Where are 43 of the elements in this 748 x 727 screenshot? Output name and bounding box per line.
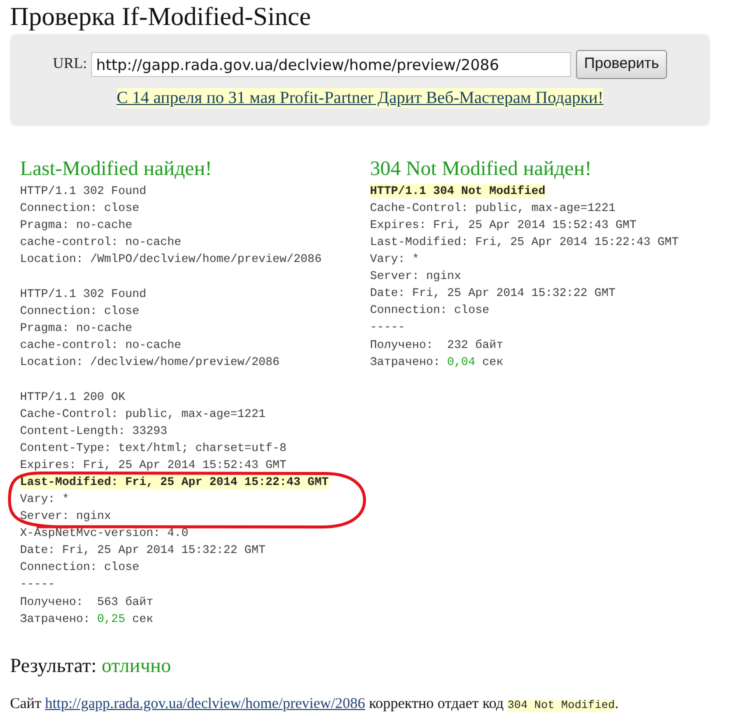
section-heading: 304 Not Modified найден! xyxy=(370,157,593,181)
header-line: Pragma: no-cache xyxy=(20,218,132,232)
site-link[interactable]: http://gapp.rada.gov.ua/declview/home/preview/2086 xyxy=(45,696,366,712)
header-line: Pragma: no-cache xyxy=(20,321,132,335)
elapsed-time-text: Затрачено: 0,04 сек xyxy=(370,355,504,369)
url-label: URL: xyxy=(52,55,88,74)
header-line: Connection: close xyxy=(20,201,140,215)
header-line: Cache-Control: public, max-age=1221 xyxy=(20,407,266,421)
received-size-text: Получено: 563 байт xyxy=(20,595,154,609)
header-line: Connection: close xyxy=(20,560,140,574)
separator-text: ----- xyxy=(20,577,56,591)
page-title: Проверка If-Modified-Since xyxy=(10,1,312,32)
header-line: cache-control: no-cache xyxy=(20,338,182,352)
header-line: X-AspNetMvc-version: 4.0 xyxy=(20,526,188,540)
header-line: Connection: close xyxy=(370,303,490,317)
header-line: Cache-Control: public, max-age=1221 xyxy=(370,201,616,215)
header-line: Date: Fri, 25 Apr 2014 15:32:22 GMT xyxy=(20,543,266,557)
summary-text: Сайт http://gapp.rada.gov.ua/declview/home/preview/2086 корректно отдает код 304 Not Modified. xyxy=(10,695,619,714)
elapsed-time-text: Затрачено: 0,25 сек xyxy=(20,612,154,626)
header-line: Vary: * xyxy=(370,252,420,266)
check-button[interactable]: Проверить xyxy=(576,50,668,79)
header-line: Expires: Fri, 25 Apr 2014 15:52:43 GMT xyxy=(370,218,637,232)
header-line: Server: nginx xyxy=(20,509,112,523)
header-line: Location: /declview/home/preview/2086 xyxy=(20,355,280,369)
header-line: HTTP/1.1 302 Found xyxy=(20,184,146,198)
separator-text: ----- xyxy=(370,320,406,334)
header-line: Connection: close xyxy=(20,304,140,318)
header-line: Content-Length: 33293 xyxy=(20,424,168,438)
header-line: Content-Type: text/html; charset=utf-8 xyxy=(20,441,287,455)
section-heading: Last-Modified найден! xyxy=(20,157,213,181)
header-line: Expires: Fri, 25 Apr 2014 15:52:43 GMT xyxy=(20,458,287,472)
header-line: cache-control: no-cache xyxy=(20,235,182,249)
header-line: Date: Fri, 25 Apr 2014 15:32:22 GMT xyxy=(370,286,616,300)
promo-link[interactable]: С 14 апреля по 31 мая Profit-Partner Дарит Веб-Мастерам Подарки! xyxy=(116,88,604,108)
header-line: Server: nginx xyxy=(370,269,462,283)
header-line: HTTP/1.1 200 OK xyxy=(20,390,126,404)
url-field[interactable]: http://gapp.rada.gov.ua/declview/home/preview/2086 xyxy=(91,52,572,77)
header-line: HTTP/1.1 302 Found xyxy=(20,287,146,301)
header-line: Last-Modified: Fri, 25 Apr 2014 15:22:43 GMT xyxy=(370,235,679,249)
header-line: Location: /WmlPO/declview/home/preview/2086 xyxy=(20,252,322,266)
header-line: Vary: * xyxy=(20,492,70,506)
received-size-text: Получено: 232 байт xyxy=(370,338,504,352)
result-text: Результат: отлично xyxy=(10,654,171,678)
